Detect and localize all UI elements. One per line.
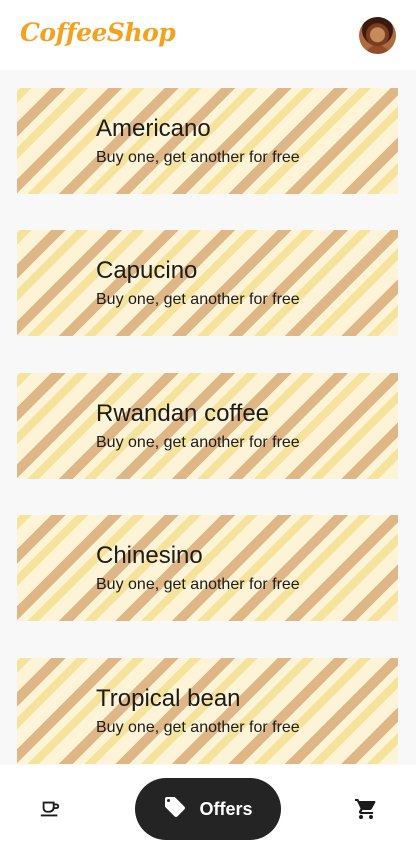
offer-subtitle: Buy one, get another for free — [96, 719, 300, 736]
coffee-cup-icon[interactable] — [37, 796, 63, 822]
app-header: CoffeeShop — [0, 0, 416, 70]
bottom-navigation: Offers — [0, 765, 416, 853]
offer-subtitle: Buy one, get another for free — [96, 576, 300, 593]
app-logo[interactable]: CoffeeShop — [20, 18, 176, 47]
cart-icon[interactable] — [353, 796, 379, 822]
offer-card[interactable]: Chinesino Buy one, get another for free — [17, 515, 398, 621]
offer-card[interactable]: Tropical bean Buy one, get another for f… — [17, 658, 398, 764]
offer-card[interactable]: Rwandan coffee Buy one, get another for … — [17, 373, 398, 479]
offer-title: Rwandan coffee — [96, 400, 270, 427]
app-screen: CoffeeShop Americano Buy one, get anothe… — [0, 0, 416, 853]
offer-subtitle: Buy one, get another for free — [96, 434, 300, 451]
offers-tab-button[interactable]: Offers — [135, 778, 281, 840]
user-avatar[interactable] — [359, 17, 396, 54]
offer-subtitle: Buy one, get another for free — [96, 291, 300, 308]
offer-card[interactable]: Capucino Buy one, get another for free — [17, 230, 398, 336]
offer-title: Tropical bean — [96, 685, 241, 712]
offer-title: Chinesino — [96, 542, 203, 569]
offer-title: Capucino — [96, 257, 198, 284]
offer-card[interactable]: Americano Buy one, get another for free — [17, 88, 398, 194]
offers-tab-label: Offers — [199, 798, 253, 819]
offer-title: Americano — [96, 115, 211, 142]
offer-subtitle: Buy one, get another for free — [96, 149, 300, 166]
tag-icon — [163, 795, 187, 824]
